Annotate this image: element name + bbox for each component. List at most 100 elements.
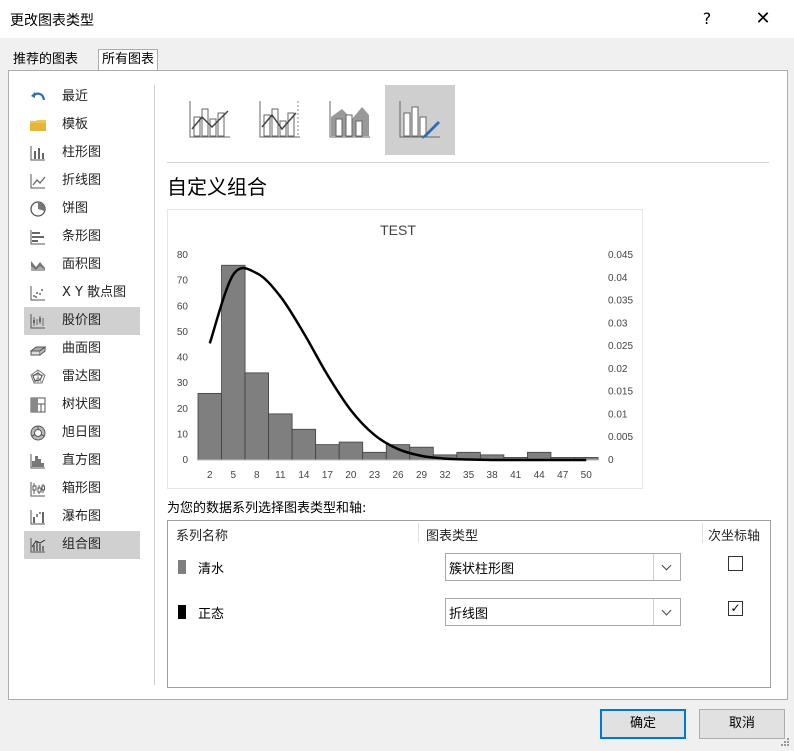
series-grid: 系列名称 图表类型 次坐标轴 清水 簇状柱形图 正态 折线图 ✓ (167, 520, 771, 688)
x-tick-label: 29 (416, 470, 428, 481)
y2-tick-label: 0.035 (608, 296, 633, 307)
combo-subtype-column-line-secondary[interactable] (245, 85, 315, 155)
x-tick-label: 47 (557, 470, 569, 481)
sidebar-item-label: 直方图 (62, 453, 102, 468)
sidebar-item-label: 折线图 (62, 173, 102, 188)
y-tick-label: 10 (177, 429, 189, 440)
sidebar-item-pie[interactable]: 饼图 (24, 195, 140, 223)
column-separator (702, 523, 703, 543)
sidebar-item-label: X Y 散点图 (62, 285, 127, 300)
chevron-down-icon[interactable] (653, 599, 680, 625)
sidebar-item-label: 组合图 (62, 537, 102, 552)
sidebar-item-area[interactable]: 面积图 (24, 251, 140, 279)
y2-tick-label: 0.03 (608, 318, 628, 329)
series-color-swatch (178, 605, 186, 619)
series-row-qingshui: 清水 簇状柱形图 (168, 548, 768, 584)
x-tick-label: 26 (392, 470, 404, 481)
combo-subtype-stacked-area-column[interactable] (315, 85, 385, 155)
pie-chart-icon (30, 201, 46, 217)
undo-icon (31, 92, 46, 101)
all-charts-panel: 最近 模板 柱形图 折线图 饼图 条形图 面积图 X Y 散点图 股价图 曲面图… (8, 70, 788, 700)
sidebar-item-column[interactable]: 柱形图 (24, 139, 140, 167)
sidebar-item-surface[interactable]: 曲面图 (24, 335, 140, 363)
sidebar-item-scatter[interactable]: X Y 散点图 (24, 279, 140, 307)
bar-14 (291, 428, 317, 461)
sidebar-item-combo[interactable]: 组合图 (24, 531, 140, 559)
ok-button[interactable]: 确定 (600, 709, 686, 739)
combo-subtype-custom[interactable] (385, 85, 455, 155)
y2-tick-label: 0.015 (608, 387, 633, 398)
column-header-secondary-axis: 次坐标轴 (708, 529, 761, 544)
subtype-divider (167, 162, 769, 163)
x-tick-label: 23 (369, 470, 381, 481)
sidebar-item-label: 饼图 (62, 201, 89, 216)
tab-all-charts[interactable]: 所有图表 (98, 49, 159, 70)
chart-title: TEST (380, 222, 416, 238)
sidebar-item-label: 股价图 (62, 313, 102, 328)
stacked-area-column-icon (329, 101, 370, 138)
bar-8 (244, 372, 269, 461)
series-name: 清水 (198, 562, 225, 577)
y-tick-label: 50 (177, 327, 189, 338)
bar-chart-icon (30, 230, 45, 245)
secondary-axis-checkbox[interactable] (728, 556, 743, 571)
chart-type-select[interactable]: 折线图 (445, 598, 681, 626)
x-tick-label: 2 (207, 470, 213, 481)
sidebar-item-histogram[interactable]: 直方图 (24, 447, 140, 475)
x-tick-label: 44 (534, 470, 546, 481)
cancel-button[interactable]: 取消 (699, 709, 785, 739)
combo-chart-icon (30, 538, 46, 553)
y-tick-label: 60 (177, 301, 189, 312)
sunburst-chart-icon (30, 425, 46, 441)
sidebar-item-label: 模板 (62, 117, 89, 132)
boxplot-chart-icon (30, 482, 45, 497)
sidebar-item-treemap[interactable]: 树状图 (24, 391, 140, 419)
x-tick-label: 32 (439, 470, 451, 481)
sidebar-item-boxplot[interactable]: 箱形图 (24, 475, 140, 503)
resize-grip-icon[interactable] (778, 737, 790, 749)
sidebar-item-stock[interactable]: 股价图 (24, 307, 140, 335)
sidebar-item-radar[interactable]: 雷达图 (24, 363, 140, 391)
x-tick-label: 35 (463, 470, 475, 481)
sidebar-item-waterfall[interactable]: 瀑布图 (24, 503, 140, 531)
series-row-zhengtai: 正态 折线图 ✓ (168, 593, 768, 629)
sidebar-item-bar[interactable]: 条形图 (24, 223, 140, 251)
y-tick-label: 80 (177, 250, 189, 261)
tab-recommended-charts[interactable]: 推荐的图表 (10, 50, 81, 69)
column-separator (418, 523, 419, 543)
x-tick-label: 20 (345, 470, 357, 481)
y-tick-label: 40 (177, 353, 189, 364)
y2-tick-label: 0.01 (608, 409, 628, 420)
chart-type-select[interactable]: 簇状柱形图 (445, 553, 681, 581)
stock-chart-icon (30, 314, 45, 329)
window-title: 更改图表类型 (10, 13, 94, 29)
column-line-secondary-axis-icon (259, 101, 300, 138)
series-name: 正态 (198, 607, 225, 622)
sidebar-item-label: 面积图 (62, 257, 102, 272)
folder-icon (30, 120, 46, 131)
combo-subtype-clustered-column-line[interactable] (175, 85, 245, 155)
sidebar-item-line[interactable]: 折线图 (24, 167, 140, 195)
column-chart-icon (30, 146, 45, 161)
waterfall-chart-icon (30, 510, 45, 525)
y-tick-label: 20 (177, 404, 189, 415)
sidebar-item-templates[interactable]: 模板 (24, 111, 140, 139)
chart-category-list: 最近 模板 柱形图 折线图 饼图 条形图 面积图 X Y 散点图 股价图 曲面图… (24, 83, 140, 559)
x-tick-label: 17 (322, 470, 334, 481)
series-heading: 为您的数据系列选择图表类型和轴: (167, 501, 367, 516)
sidebar-divider (154, 85, 155, 685)
y2-tick-label: 0.025 (608, 341, 633, 352)
chevron-down-icon[interactable] (653, 554, 680, 580)
help-button[interactable]: ? (694, 6, 720, 32)
title-bar: 更改图表类型 ? ✕ (0, 0, 794, 38)
sidebar-item-label: 曲面图 (62, 341, 102, 356)
bar-17 (315, 444, 340, 461)
y-tick-label: 30 (177, 378, 189, 389)
x-tick-label: 8 (254, 470, 260, 481)
sidebar-item-recent[interactable]: 最近 (24, 83, 140, 111)
y2-tick-label: 0.04 (608, 273, 628, 284)
close-button[interactable]: ✕ (748, 6, 778, 32)
sidebar-item-sunburst[interactable]: 旭日图 (24, 419, 140, 447)
secondary-axis-checkbox[interactable]: ✓ (728, 601, 743, 616)
sidebar-item-label: 箱形图 (62, 481, 102, 496)
